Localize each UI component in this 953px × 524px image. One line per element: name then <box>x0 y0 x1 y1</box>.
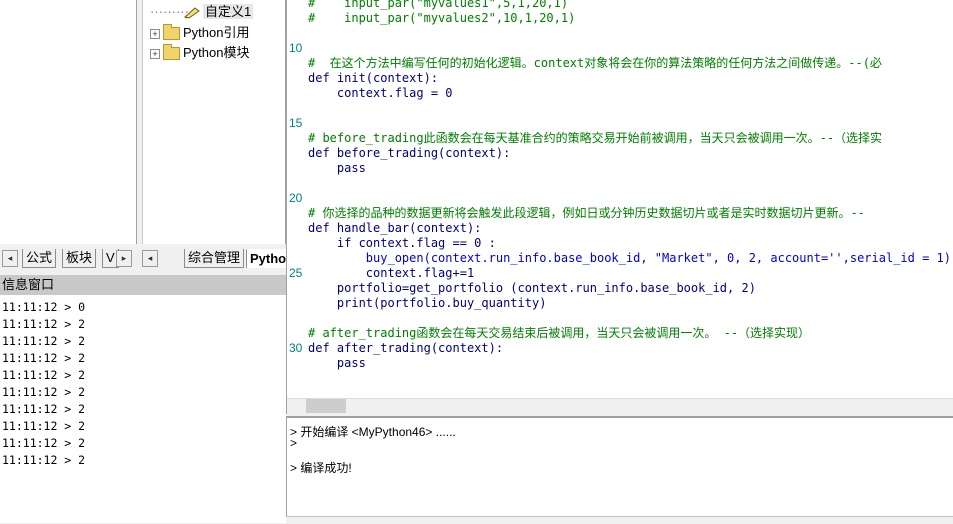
code-line: if context.flag == 0 : <box>308 236 496 250</box>
pen-icon <box>184 6 200 19</box>
folder-icon <box>163 44 180 61</box>
log-line: 11:11:12 > 2 <box>2 385 86 399</box>
folder-icon <box>163 24 180 41</box>
code-line: # 你选择的品种的数据更新将会触发此段逻辑，例如日或分钟历史数据切片或者是实时数… <box>308 206 865 220</box>
tree-item-label: Python模块 <box>183 45 250 60</box>
code-line: # input_par("myvalues2",10,1,20,1) <box>308 11 576 25</box>
code-line: def after_trading(context): <box>308 341 504 355</box>
log-line: 11:11:12 > 2 <box>2 351 86 365</box>
tab-scroll-right-icon[interactable]: ▸ <box>116 250 132 267</box>
log-line: 11:11:12 > 2 <box>2 453 86 467</box>
code-line: # 在这个方法中编写任何的初始化逻辑。context对象将会在你的算法策略的任何… <box>308 56 882 70</box>
tab-python[interactable]: Pytho <box>246 249 291 268</box>
code-line: print(portfolio.buy_quantity) <box>308 296 547 310</box>
tree-item-python-module[interactable]: + Python模块 <box>150 44 249 62</box>
tab-sector[interactable]: 板块 <box>62 249 97 268</box>
code-line: # input_par("myvalues1",5,1,20,1) <box>308 0 569 10</box>
line-number: 10 <box>289 41 303 55</box>
line-number: 30 <box>289 341 303 355</box>
code-line: context.flag = 0 <box>308 86 453 100</box>
code-line: pass <box>308 356 366 370</box>
horizontal-scrollbar[interactable] <box>287 398 953 415</box>
log-line: 11:11:12 > 2 <box>2 317 86 331</box>
tab-general-management[interactable]: 综合管理 <box>184 249 245 268</box>
code-line: pass <box>308 161 366 175</box>
code-line: portfolio=get_portfolio (context.run_inf… <box>308 281 756 295</box>
output-line: > 编译成功! <box>290 461 352 475</box>
code-line: # after_trading函数会在每天交易结束后被调用，当天只会被调用一次。… <box>308 326 811 340</box>
tab-scroll-left-icon[interactable]: ◂ <box>2 250 18 267</box>
log-line: 11:11:12 > 2 <box>2 436 86 450</box>
output-line: > 开始编译 <MyPython46> ...... <box>290 425 456 439</box>
code-line: context.flag+=1 <box>308 266 475 280</box>
tab-scroll-left-icon[interactable]: ◂ <box>142 250 158 267</box>
left-panel <box>0 0 137 244</box>
log-line: 11:11:12 > 2 <box>2 402 86 416</box>
log-line: 11:11:12 > 2 <box>2 368 86 382</box>
left-tab-bar: ◂ 公式 板块 V ▸ <box>0 248 142 268</box>
info-window-title: 信息窗口 <box>0 275 286 295</box>
expand-icon[interactable]: + <box>150 28 160 39</box>
tree-item-custom1[interactable]: 自定义1 <box>184 3 254 21</box>
line-number: 20 <box>289 191 303 205</box>
output-line: > <box>290 436 298 450</box>
log-line: 11:11:12 > 0 <box>2 300 86 314</box>
tree-tab-bar: ◂ 综合管理 Pytho <box>142 248 291 268</box>
code-line: buy_open(context.run_info.base_book_id, … <box>308 251 951 265</box>
log-line: 11:11:12 > 2 <box>2 334 86 348</box>
tree-item-label: Python引用 <box>183 25 250 40</box>
code-line: def init(context): <box>308 71 439 85</box>
code-line: # before_trading此函数会在每天基准合约的策略交易开始前被调用，当… <box>308 131 883 145</box>
log-line: 11:11:12 > 2 <box>2 419 86 433</box>
tree-item-label: 自定义1 <box>203 4 254 19</box>
expand-icon[interactable]: + <box>150 48 160 59</box>
code-line: def before_trading(context): <box>308 146 511 160</box>
tree-item-python-ref[interactable]: + Python引用 <box>150 24 249 42</box>
code-line: def handle_bar(context): <box>308 221 482 235</box>
tab-formula[interactable]: 公式 <box>22 249 57 268</box>
line-number: 25 <box>289 266 303 280</box>
scrollbar-thumb[interactable] <box>306 399 346 413</box>
line-number: 15 <box>289 116 303 130</box>
